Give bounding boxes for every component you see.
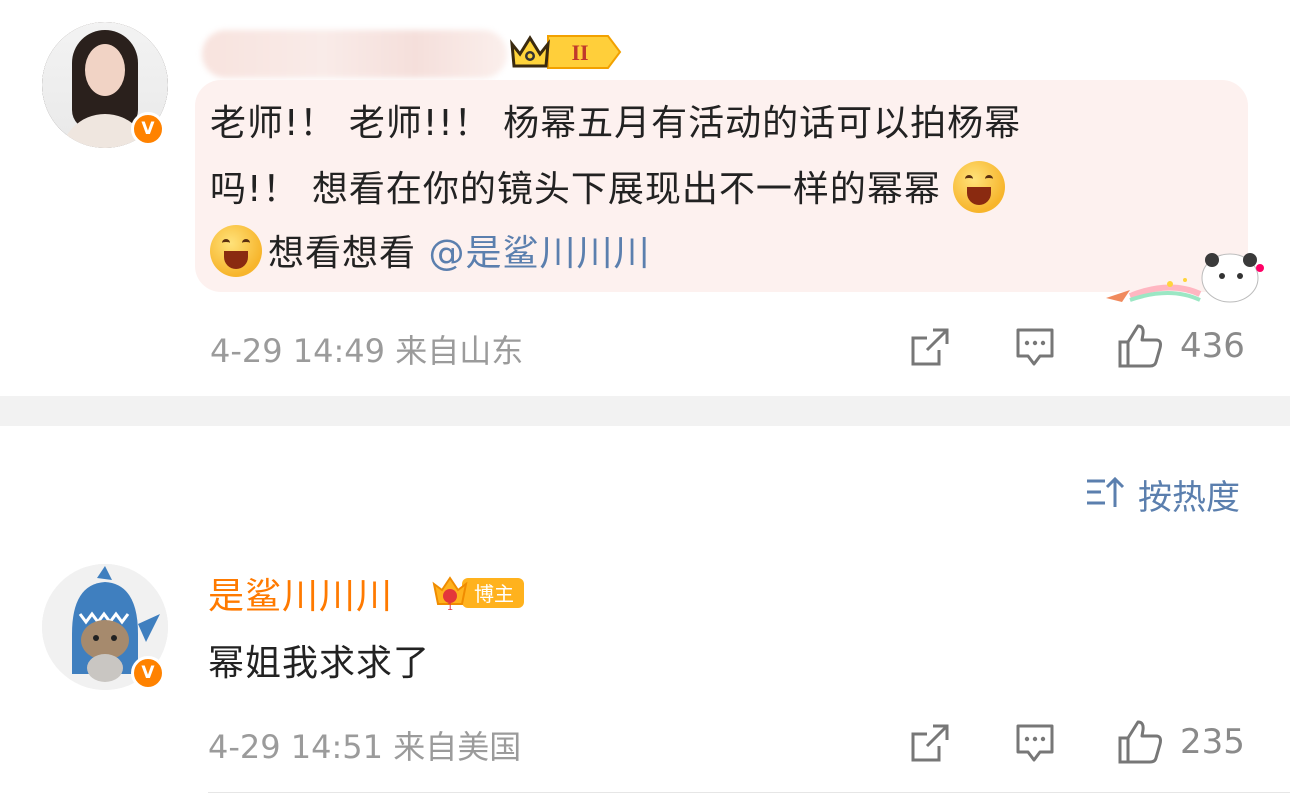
- crown-level-badge-icon: II: [510, 35, 622, 69]
- panda-sticker-icon: [1106, 253, 1264, 303]
- blogger-badge-icon: 1 博主: [432, 576, 524, 612]
- svg-text:II: II: [571, 40, 588, 65]
- comment-text: 幂姐我求求了: [208, 643, 431, 684]
- wink-emoji-icon: [953, 161, 1006, 213]
- sort-by-hot-button[interactable]: 按热度: [1138, 470, 1240, 519]
- comment-icon[interactable]: [1014, 722, 1056, 764]
- share-icon[interactable]: [909, 722, 951, 764]
- sort-icon[interactable]: [1085, 475, 1125, 511]
- comment-text-segment: 想看想看: [268, 233, 429, 274]
- verified-icon: V: [131, 656, 165, 690]
- like-icon[interactable]: [1116, 322, 1164, 370]
- mention-link[interactable]: @是鲨川川川: [428, 233, 650, 274]
- comment-icon[interactable]: [1014, 326, 1056, 368]
- divider-line: [208, 792, 1290, 793]
- blurred-username[interactable]: [202, 30, 507, 78]
- comment-text-line: 吗!！ 想看在你的镜头下展现出不一样的幂幂: [210, 158, 1006, 222]
- like-count: 436: [1180, 326, 1245, 366]
- comment-text-line: 想看想看 @是鲨川川川: [210, 222, 650, 286]
- share-icon[interactable]: [909, 326, 951, 368]
- comment-text-line: 老师!！ 老师!!！ 杨幂五月有活动的话可以拍杨幂: [210, 103, 1022, 144]
- like-icon[interactable]: [1116, 718, 1164, 766]
- location: 来自美国: [393, 728, 522, 766]
- svg-text:博主: 博主: [474, 582, 514, 606]
- section-divider: [0, 396, 1290, 426]
- comment-meta: 4-29 14:49 来自山东: [210, 326, 523, 372]
- location: 来自山东: [395, 332, 524, 370]
- like-count: 235: [1180, 722, 1245, 762]
- timestamp: 4-29 14:51: [208, 728, 384, 766]
- username[interactable]: 是鲨川川川: [208, 567, 393, 619]
- timestamp: 4-29 14:49: [210, 332, 386, 370]
- svg-text:1: 1: [447, 602, 453, 612]
- comment-text-segment: 吗!！ 想看在你的镜头下展现出不一样的幂幂: [210, 169, 941, 210]
- laugh-emoji-icon: [210, 225, 262, 277]
- verified-icon: V: [131, 112, 165, 146]
- comment-meta: 4-29 14:51 来自美国: [208, 722, 521, 768]
